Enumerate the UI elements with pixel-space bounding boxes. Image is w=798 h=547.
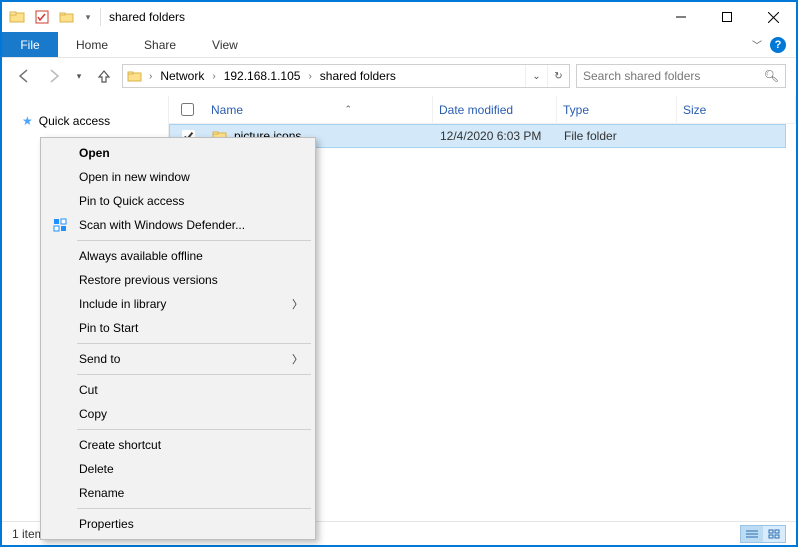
- address-folder-icon: [125, 69, 145, 83]
- file-type: File folder: [558, 129, 678, 143]
- context-menu: Open Open in new window Pin to Quick acc…: [40, 137, 316, 540]
- breadcrumb-host[interactable]: 192.168.1.105: [220, 69, 305, 83]
- back-button[interactable]: [12, 64, 36, 88]
- help-icon[interactable]: ?: [770, 37, 786, 53]
- chevron-right-icon[interactable]: ›: [304, 71, 315, 82]
- ctx-rename[interactable]: Rename: [43, 481, 313, 505]
- ctx-always-offline[interactable]: Always available offline: [43, 244, 313, 268]
- column-headers: Name⌃ Date modified Type Size: [169, 96, 796, 124]
- search-placeholder: Search shared folders: [583, 69, 764, 83]
- column-name[interactable]: Name⌃: [205, 96, 433, 123]
- expand-ribbon-icon[interactable]: ﹀: [752, 37, 762, 52]
- column-date[interactable]: Date modified: [433, 96, 557, 123]
- column-type[interactable]: Type: [557, 96, 677, 123]
- sort-asc-icon: ⌃: [344, 104, 352, 115]
- folder-app-icon: [6, 6, 28, 28]
- tab-share[interactable]: Share: [126, 32, 194, 57]
- chevron-right-icon[interactable]: ›: [145, 71, 156, 82]
- view-details-icon[interactable]: [741, 526, 763, 542]
- recent-locations-icon[interactable]: ▾: [72, 64, 86, 88]
- search-box[interactable]: Search shared folders 🔍︎: [576, 64, 786, 88]
- properties-qat-icon[interactable]: [31, 6, 53, 28]
- ctx-separator: [77, 429, 311, 430]
- ctx-copy[interactable]: Copy: [43, 402, 313, 426]
- maximize-button[interactable]: [704, 2, 750, 32]
- ctx-properties[interactable]: Properties: [43, 512, 313, 536]
- star-icon: ★: [22, 114, 33, 128]
- close-button[interactable]: [750, 2, 796, 32]
- ctx-separator: [77, 374, 311, 375]
- ctx-scan-defender[interactable]: Scan with Windows Defender...: [43, 213, 313, 237]
- ctx-pin-start[interactable]: Pin to Start: [43, 316, 313, 340]
- ctx-cut[interactable]: Cut: [43, 378, 313, 402]
- qat-dropdown-icon[interactable]: ▾: [81, 6, 95, 28]
- header-checkbox[interactable]: [169, 103, 205, 116]
- refresh-icon[interactable]: ↻: [547, 65, 569, 87]
- minimize-button[interactable]: [658, 2, 704, 32]
- ctx-delete[interactable]: Delete: [43, 457, 313, 481]
- ctx-separator: [77, 240, 311, 241]
- ctx-separator: [77, 343, 311, 344]
- new-folder-qat-icon[interactable]: [56, 6, 78, 28]
- defender-icon: [51, 218, 69, 232]
- view-toggle: [740, 525, 786, 543]
- address-dropdown-icon[interactable]: ⌄: [525, 65, 547, 87]
- title-bar: ▾ shared folders: [2, 2, 796, 32]
- sidebar-item-quick-access[interactable]: ★ Quick access: [2, 110, 168, 132]
- ctx-create-shortcut[interactable]: Create shortcut: [43, 433, 313, 457]
- tab-home[interactable]: Home: [58, 32, 126, 57]
- quick-access-toolbar: ▾: [6, 6, 103, 28]
- breadcrumb-folder[interactable]: shared folders: [316, 69, 400, 83]
- navigation-bar: ▾ › Network › 192.168.1.105 › shared fol…: [2, 58, 796, 94]
- ribbon-tabs: File Home Share View ﹀ ?: [2, 32, 796, 58]
- chevron-right-icon[interactable]: ›: [208, 71, 219, 82]
- ctx-restore-versions[interactable]: Restore previous versions: [43, 268, 313, 292]
- tab-view[interactable]: View: [194, 32, 256, 57]
- sidebar-item-label: Quick access: [39, 114, 110, 128]
- view-large-icons-icon[interactable]: [763, 526, 785, 542]
- column-size[interactable]: Size: [677, 96, 796, 123]
- window-title: shared folders: [109, 10, 185, 24]
- breadcrumb-network[interactable]: Network: [156, 69, 208, 83]
- ctx-open-new-window[interactable]: Open in new window: [43, 165, 313, 189]
- chevron-right-icon: 〉: [292, 296, 303, 312]
- ctx-open[interactable]: Open: [43, 141, 313, 165]
- ctx-separator: [77, 508, 311, 509]
- address-bar[interactable]: › Network › 192.168.1.105 › shared folde…: [122, 64, 570, 88]
- ctx-include-library[interactable]: Include in library 〉: [43, 292, 313, 316]
- ctx-send-to[interactable]: Send to 〉: [43, 347, 313, 371]
- search-icon[interactable]: 🔍︎: [764, 69, 779, 83]
- up-button[interactable]: [92, 64, 116, 88]
- file-date: 12/4/2020 6:03 PM: [434, 129, 558, 143]
- ctx-pin-quick-access[interactable]: Pin to Quick access: [43, 189, 313, 213]
- tab-file[interactable]: File: [2, 32, 58, 57]
- forward-button[interactable]: [42, 64, 66, 88]
- chevron-right-icon: 〉: [292, 351, 303, 367]
